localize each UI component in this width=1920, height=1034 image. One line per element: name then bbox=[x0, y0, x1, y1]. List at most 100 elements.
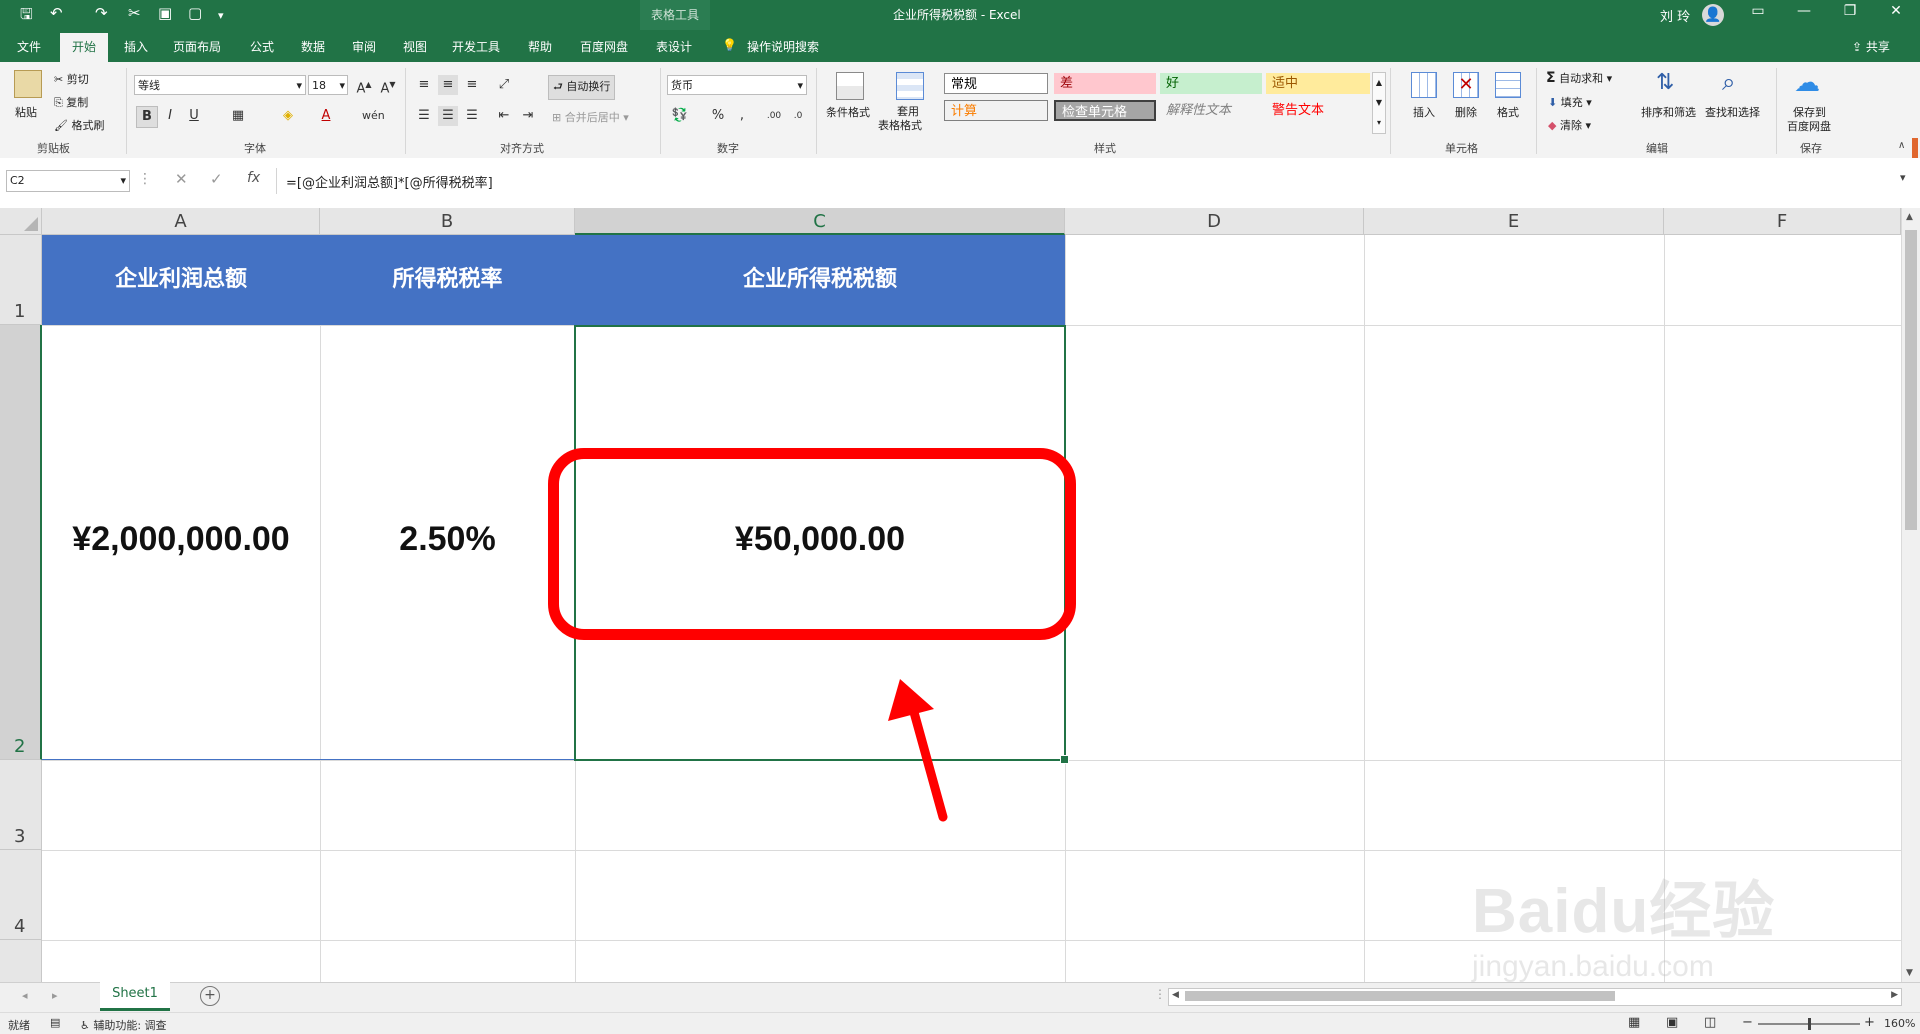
wrap-text-button[interactable]: ⮐ 自动换行 bbox=[548, 75, 616, 100]
delete-cells-icon[interactable]: ✕ bbox=[1453, 72, 1479, 98]
scroll-thumb[interactable] bbox=[1905, 230, 1917, 530]
table-header-cell[interactable]: 所得税税率 bbox=[320, 235, 575, 325]
scroll-down-icon[interactable]: ▼ bbox=[1906, 968, 1913, 978]
expand-formula-icon[interactable]: ▾ bbox=[1900, 171, 1906, 184]
italic-button[interactable]: I bbox=[160, 106, 180, 126]
clear-button[interactable]: ◆ 清除 ▾ bbox=[1548, 117, 1591, 133]
scroll-left-icon[interactable]: ◀ bbox=[1172, 990, 1179, 1000]
number-format-box[interactable]: 货币 ▾ bbox=[667, 75, 807, 95]
cancel-formula-icon[interactable]: ✕ bbox=[175, 170, 188, 188]
collapse-ribbon-icon[interactable]: ∧ bbox=[1898, 140, 1905, 151]
confirm-formula-icon[interactable]: ✓ bbox=[210, 170, 223, 188]
tab-formulas[interactable]: 公式 bbox=[250, 38, 274, 55]
style-bad[interactable]: 差 bbox=[1054, 73, 1156, 94]
autosum-button[interactable]: Σ 自动求和 ▾ bbox=[1546, 70, 1612, 86]
hscroll-thumb[interactable] bbox=[1185, 991, 1615, 1001]
format-painter-button[interactable]: 🖌 格式刷 bbox=[54, 117, 104, 133]
avatar[interactable]: 👤 bbox=[1702, 4, 1724, 26]
style-explanatory[interactable]: 解释性文本 bbox=[1160, 100, 1262, 121]
tab-review[interactable]: 审阅 bbox=[352, 38, 376, 55]
scroll-up-icon[interactable]: ▲ bbox=[1906, 212, 1913, 222]
tab-help[interactable]: 帮助 bbox=[528, 38, 552, 55]
tab-developer[interactable]: 开发工具 bbox=[452, 38, 500, 55]
fill-button[interactable]: ⬇ 填充 ▾ bbox=[1548, 94, 1592, 110]
align-center-icon[interactable]: ☰ bbox=[438, 106, 458, 126]
sort-filter-icon[interactable]: ⇅ bbox=[1656, 70, 1674, 95]
table-header-cell[interactable]: 企业所得税税额 bbox=[575, 235, 1065, 325]
baidu-netdisk-icon[interactable]: ☁ bbox=[1794, 68, 1820, 98]
new-file-icon[interactable]: ▢ bbox=[188, 4, 202, 22]
tab-view[interactable]: 视图 bbox=[403, 38, 427, 55]
fill-color-icon[interactable]: ◈ bbox=[278, 106, 298, 126]
tab-page-layout[interactable]: 页面布局 bbox=[173, 38, 221, 55]
normal-view-icon[interactable]: ▦ bbox=[1628, 1015, 1640, 1030]
merge-center-button[interactable]: ⊞ 合并后居中 ▾ bbox=[552, 109, 629, 125]
name-box[interactable]: C2 ▾ bbox=[6, 170, 130, 192]
increase-font-icon[interactable]: A▲ bbox=[354, 75, 374, 96]
phonetic-icon[interactable]: wén bbox=[362, 106, 385, 126]
row-header-1[interactable]: 1 bbox=[0, 235, 42, 325]
conditional-format-button[interactable]: 条件格式 bbox=[826, 104, 870, 120]
table-cell[interactable]: 2.50% bbox=[320, 520, 575, 568]
close-icon[interactable]: ✕ bbox=[1876, 3, 1916, 27]
align-right-icon[interactable]: ☰ bbox=[462, 106, 482, 126]
fill-handle[interactable] bbox=[1060, 755, 1069, 764]
sort-filter-button[interactable]: 排序和筛选 bbox=[1641, 104, 1696, 120]
column-header-a[interactable]: A bbox=[42, 208, 320, 235]
insert-cells-icon[interactable] bbox=[1411, 72, 1437, 98]
table-cell[interactable]: ¥2,000,000.00 bbox=[42, 520, 320, 568]
format-cells-icon[interactable] bbox=[1495, 72, 1521, 98]
style-check-cell[interactable]: 检查单元格 bbox=[1054, 100, 1156, 121]
customize-qat-icon[interactable]: ▾ bbox=[218, 9, 224, 22]
cut-icon[interactable]: ✂ bbox=[128, 4, 141, 22]
styles-gallery-scroll[interactable]: ▲ ▼ ▾ bbox=[1372, 72, 1386, 134]
minimize-icon[interactable]: — bbox=[1784, 3, 1824, 27]
accessibility-status[interactable]: ♿ 辅助功能: 调查 bbox=[80, 1017, 167, 1033]
find-select-button[interactable]: 查找和选择 bbox=[1705, 104, 1760, 120]
copy-button[interactable]: ⎘ 复制 bbox=[54, 94, 88, 110]
tab-table-design[interactable]: 表设计 bbox=[656, 38, 692, 55]
column-header-d[interactable]: D bbox=[1065, 208, 1364, 235]
increase-decimal-icon[interactable]: .00 bbox=[764, 106, 784, 126]
undo-icon[interactable]: ↶ bbox=[50, 4, 63, 22]
decrease-font-icon[interactable]: A▼ bbox=[378, 75, 398, 96]
tab-insert[interactable]: 插入 bbox=[124, 38, 148, 55]
column-header-e[interactable]: E bbox=[1364, 208, 1664, 235]
column-header-f[interactable]: F bbox=[1664, 208, 1901, 235]
tab-home[interactable]: 开始 bbox=[60, 33, 109, 62]
sheet-tab-sheet1[interactable]: Sheet1 bbox=[100, 982, 170, 1011]
underline-button[interactable]: U bbox=[184, 106, 204, 126]
conditional-format-icon[interactable] bbox=[836, 72, 864, 100]
ribbon-display-icon[interactable]: ▭ bbox=[1738, 3, 1778, 27]
comma-style-icon[interactable]: , bbox=[732, 106, 752, 126]
font-size-box[interactable]: 18 ▾ bbox=[308, 75, 348, 95]
border-icon[interactable]: ▦ bbox=[228, 106, 248, 126]
zoom-level[interactable]: 160% bbox=[1884, 1017, 1915, 1030]
scroll-left-icon[interactable]: ◂ bbox=[22, 989, 28, 1002]
scroll-right-icon[interactable]: ▶ bbox=[1891, 990, 1898, 1000]
accounting-format-icon[interactable]: 💱 bbox=[670, 106, 690, 126]
formula-input[interactable]: =[@企业利润总额]*[@所得税税率] bbox=[286, 172, 493, 191]
bold-button[interactable]: B bbox=[136, 106, 158, 128]
format-as-table-label-2[interactable]: 表格格式 bbox=[878, 117, 922, 133]
format-as-table-icon[interactable] bbox=[896, 72, 924, 100]
align-middle-icon[interactable]: ≡ bbox=[438, 75, 458, 95]
increase-indent-icon[interactable]: ⇥ bbox=[518, 106, 538, 126]
insert-function-icon[interactable]: fx bbox=[247, 170, 260, 186]
page-layout-view-icon[interactable]: ▣ bbox=[1666, 1015, 1678, 1030]
horizontal-scrollbar[interactable]: ◀ ▶ bbox=[1168, 988, 1902, 1006]
row-header-2[interactable]: 2 bbox=[0, 325, 42, 760]
zoom-out-icon[interactable]: − bbox=[1742, 1015, 1753, 1030]
save-as-icon[interactable]: ▣ bbox=[158, 4, 172, 22]
row-header-4[interactable]: 4 bbox=[0, 850, 42, 940]
align-left-icon[interactable]: ☰ bbox=[414, 106, 434, 126]
tab-file[interactable]: 文件 bbox=[17, 38, 41, 55]
column-header-c[interactable]: C bbox=[575, 208, 1065, 235]
save-icon[interactable]: 🖫 bbox=[20, 4, 33, 29]
tab-split-icon[interactable]: ⋮ bbox=[1154, 987, 1166, 1001]
add-sheet-icon[interactable]: + bbox=[200, 986, 220, 1006]
row-header-5[interactable] bbox=[0, 940, 42, 982]
style-calculation[interactable]: 计算 bbox=[944, 100, 1048, 121]
style-neutral[interactable]: 适中 bbox=[1266, 73, 1370, 94]
page-break-view-icon[interactable]: ◫ bbox=[1704, 1015, 1716, 1030]
